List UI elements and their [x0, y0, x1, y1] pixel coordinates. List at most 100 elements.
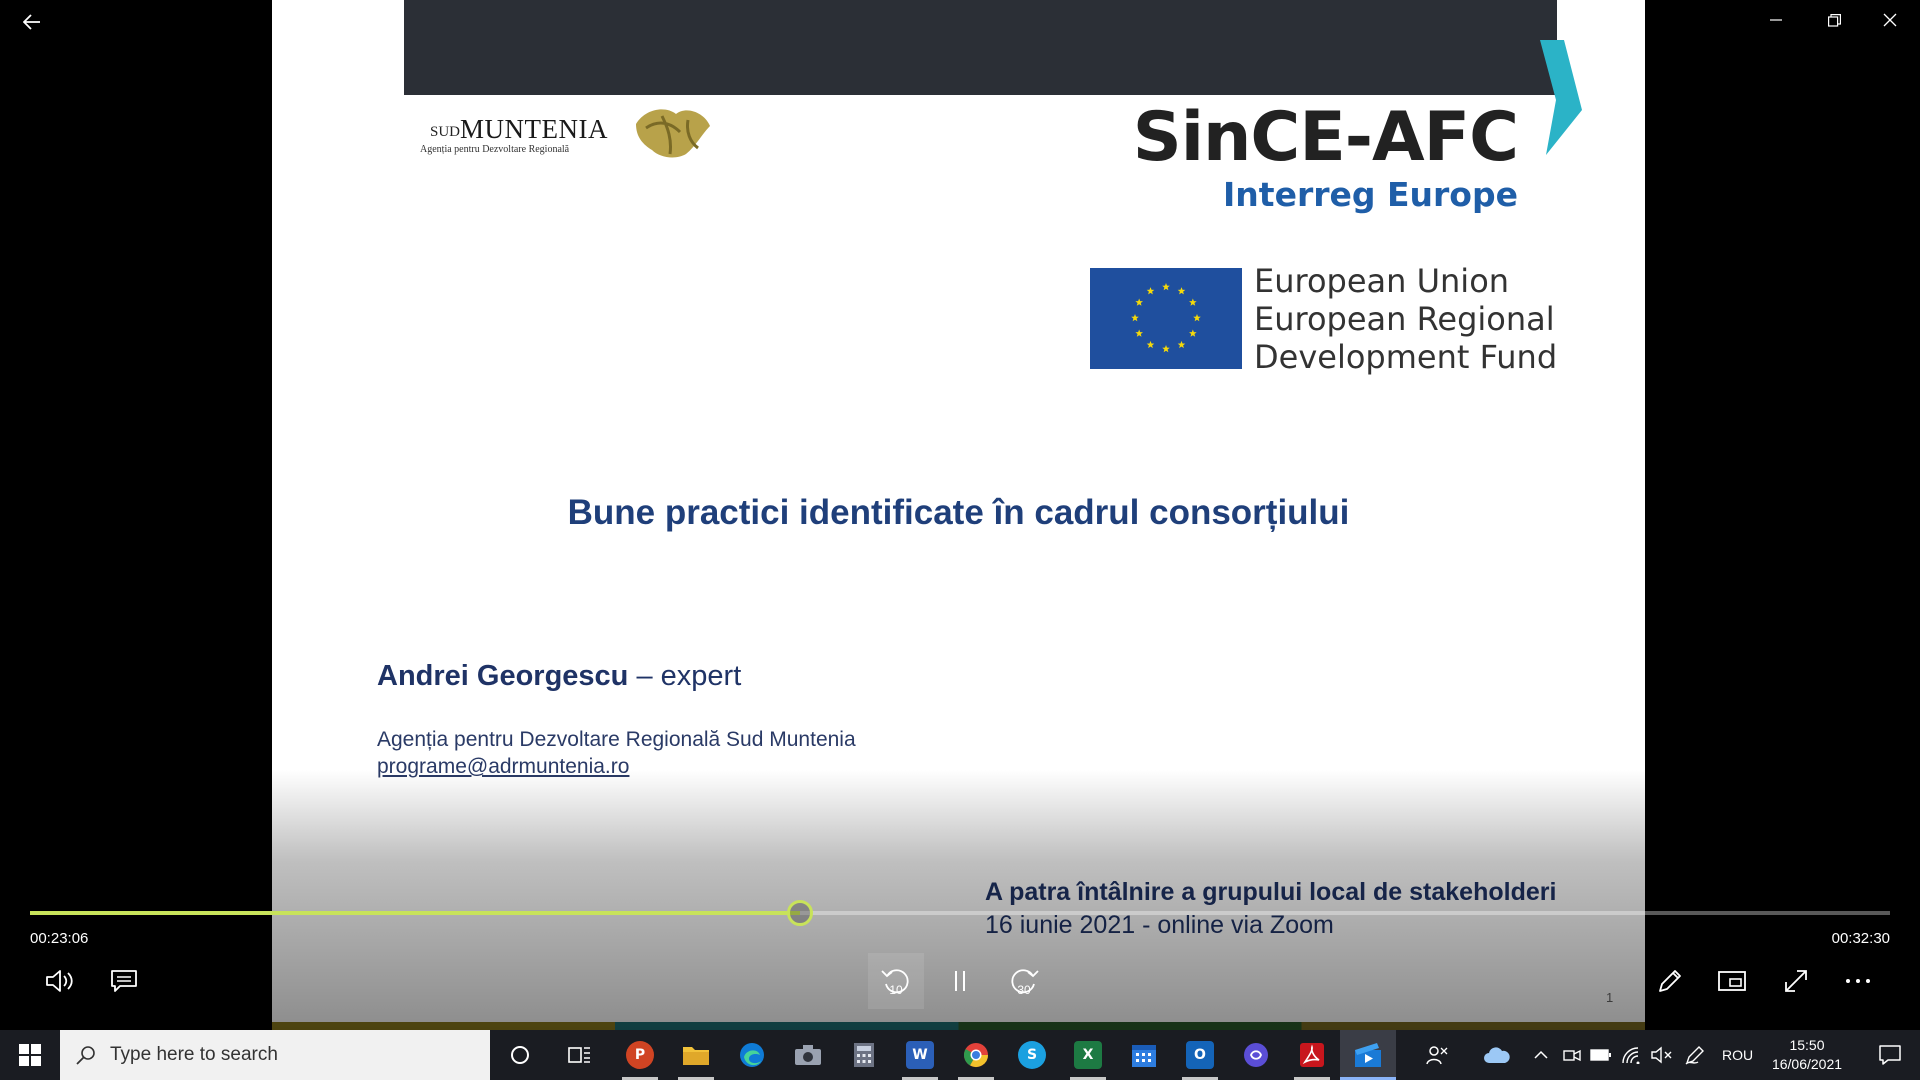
edit-button[interactable] [1642, 953, 1698, 1009]
slide-title: Bune practici identificate în cadrul con… [567, 493, 1350, 532]
project-name: SinCE-AFC [1132, 98, 1519, 177]
movies-icon [1355, 1043, 1381, 1067]
forward-button[interactable]: 30 [996, 953, 1052, 1009]
word-icon: W [906, 1041, 934, 1069]
wifi-icon [1622, 1047, 1640, 1064]
volume-muted-icon [1651, 1046, 1672, 1064]
excel-icon: X [1074, 1041, 1102, 1069]
tray-onedrive[interactable] [1482, 1030, 1512, 1080]
eu-flag-icon [1090, 268, 1242, 369]
logo-muntenia: MUNTENIA [460, 114, 608, 144]
miniview-icon [1718, 971, 1746, 991]
chrome-icon [963, 1043, 988, 1068]
author-role: – expert [628, 660, 742, 692]
minimize-icon [1770, 19, 1782, 21]
video-camera-icon [1563, 1049, 1581, 1062]
captions-button[interactable] [96, 953, 152, 1009]
forward-label: 30 [1017, 983, 1031, 997]
folder-icon [683, 1047, 709, 1065]
tray-show-hidden[interactable] [1526, 1030, 1556, 1080]
back-button[interactable] [14, 4, 50, 40]
logo-subtitle: Agenția pentru Dezvoltare Regională [420, 144, 570, 155]
expand-icon [1785, 970, 1807, 992]
taskbar-file-explorer[interactable] [668, 1030, 724, 1080]
eu-line: European Regional [1254, 300, 1555, 338]
seek-progress [30, 911, 801, 915]
action-center-button[interactable] [1860, 1030, 1920, 1080]
task-view-button[interactable] [552, 1030, 608, 1080]
taskbar-camera[interactable] [780, 1030, 836, 1080]
close-button[interactable] [1862, 0, 1918, 40]
program-name: Interreg Europe [1223, 175, 1518, 214]
taskbar-skype[interactable]: S [1004, 1030, 1060, 1080]
tray-volume[interactable] [1647, 1030, 1677, 1080]
cloud-icon [1484, 1047, 1510, 1063]
taskbar-excel[interactable]: X [1060, 1030, 1116, 1080]
tray-battery[interactable] [1586, 1030, 1616, 1080]
taskbar-app-purple[interactable] [1228, 1030, 1284, 1080]
forward-icon: 30 [1011, 969, 1039, 997]
tray-pen[interactable] [1680, 1030, 1710, 1080]
volume-button[interactable] [32, 953, 88, 1009]
slide-page-number: 1 [1606, 990, 1614, 1005]
pdf-icon [1300, 1043, 1324, 1067]
skype-icon: S [1018, 1041, 1046, 1069]
restore-icon [1827, 13, 1841, 27]
camera-icon [795, 1045, 821, 1065]
seek-bar[interactable] [30, 900, 1890, 926]
agency-name: Agenția pentru Dezvoltare Regională Sud … [377, 728, 856, 751]
video-frame[interactable]: SUD MUNTENIA Agenția pentru Dezvoltare R… [272, 0, 1645, 1030]
taskbar-search-box[interactable]: Type here to search [60, 1030, 490, 1080]
minimize-button[interactable] [1748, 0, 1804, 40]
clock-date: 16/06/2021 [1771, 1056, 1843, 1072]
total-time: 00:32:30 [1831, 930, 1890, 947]
taskbar-acrobat[interactable] [1284, 1030, 1340, 1080]
agency-block: Agenția pentru Dezvoltare Regională Sud … [377, 726, 856, 780]
fullscreen-button[interactable] [1768, 953, 1824, 1009]
rewind-button[interactable]: 10 [868, 953, 924, 1009]
miniview-button[interactable] [1704, 953, 1760, 1009]
eu-line: European Union [1254, 262, 1510, 300]
start-button[interactable] [0, 1030, 60, 1080]
logo-sud: SUD [430, 124, 461, 140]
windows-icon [19, 1044, 41, 1066]
rewind-label: 10 [889, 983, 903, 997]
task-view-icon [568, 1047, 590, 1063]
taskbar-clock[interactable]: 15:50 16/06/2021 [1765, 1036, 1849, 1074]
tray-network[interactable] [1617, 1030, 1647, 1080]
video-player-window: SUD MUNTENIA Agenția pentru Dezvoltare R… [0, 0, 1920, 1030]
pencil-icon [1659, 970, 1681, 992]
author-line: Andrei Georgescu – expert [377, 660, 741, 693]
close-icon [1883, 13, 1897, 27]
meeting-title: A patra întâlnire a grupului local de st… [985, 878, 1557, 906]
eu-line: Development Fund [1254, 338, 1558, 376]
restore-button[interactable] [1806, 0, 1862, 40]
taskbar-chrome[interactable] [948, 1030, 1004, 1080]
taskbar-edge[interactable] [724, 1030, 780, 1080]
taskbar-outlook[interactable]: O [1172, 1030, 1228, 1080]
slide-footer-strip [272, 1022, 1645, 1030]
search-placeholder: Type here to search [110, 1044, 278, 1065]
eu-fund-text: European Union European Regional Develop… [1254, 262, 1557, 376]
pen-icon [1685, 1046, 1704, 1065]
sud-muntenia-logo: SUD MUNTENIA Agenția pentru Dezvoltare R… [420, 100, 710, 170]
taskbar-powerpoint[interactable]: P [612, 1030, 668, 1080]
taskbar-calculator[interactable] [836, 1030, 892, 1080]
taskbar-calendar[interactable] [1116, 1030, 1172, 1080]
tray-people[interactable] [1422, 1030, 1452, 1080]
cortana-button[interactable] [492, 1030, 548, 1080]
taskbar-movies-tv[interactable] [1340, 1030, 1396, 1080]
outlook-icon: O [1186, 1041, 1214, 1069]
people-icon [1426, 1046, 1448, 1065]
more-button[interactable] [1830, 953, 1886, 1009]
seek-thumb[interactable] [787, 900, 814, 926]
pause-button[interactable] [932, 953, 988, 1009]
language-indicator[interactable]: ROU [1722, 1030, 1753, 1080]
rewind-icon: 10 [881, 969, 909, 997]
calendar-icon [1132, 1045, 1156, 1067]
taskbar-word[interactable]: W [892, 1030, 948, 1080]
author-name: Andrei Georgescu [377, 660, 629, 692]
captions-icon [111, 970, 137, 992]
tray-meet-now[interactable] [1557, 1030, 1587, 1080]
arrow-left-icon [23, 14, 40, 30]
